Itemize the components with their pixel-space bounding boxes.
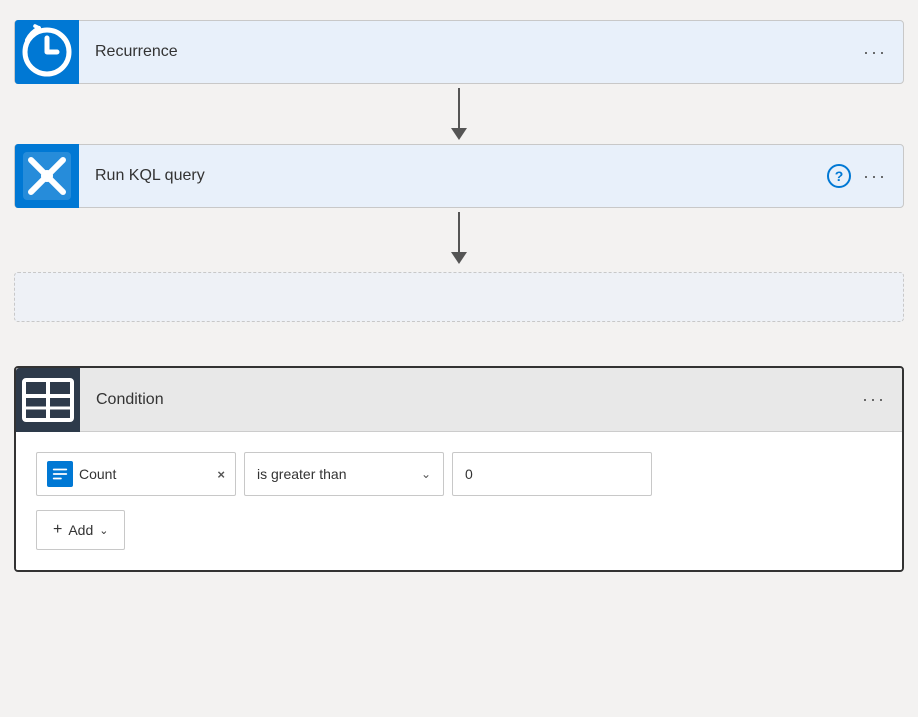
kql-actions: ? ··· [827,164,903,188]
arrow-line-2 [458,212,460,252]
condition-chip[interactable]: Count × [36,452,236,496]
recurrence-label: Recurrence [79,43,863,61]
condition-row: Count × is greater than ⌄ 0 [36,452,882,496]
condition-body: Count × is greater than ⌄ 0 + Add ⌄ [16,432,902,570]
kql-block: Run KQL query ? ··· [14,144,904,208]
recurrence-block: Recurrence ··· [14,20,904,84]
kql-svg [15,144,79,208]
chevron-down-icon: ⌄ [421,467,431,481]
kql-help-button[interactable]: ? [827,164,851,188]
chip-text: Count [79,466,211,482]
recurrence-ellipsis[interactable]: ··· [863,42,887,63]
kql-ellipsis[interactable]: ··· [863,166,887,187]
condition-header: Condition ··· [16,368,902,432]
plus-icon: + [53,521,62,539]
condition-ellipsis[interactable]: ··· [862,389,886,410]
arrow-connector-1 [451,84,467,144]
recurrence-svg [15,20,79,84]
operator-dropdown[interactable]: is greater than ⌄ [244,452,444,496]
arrow-line-1 [458,88,460,128]
kql-label: Run KQL query [79,167,827,185]
condition-block: Condition ··· Count × [14,366,904,572]
arrow-head-2 [451,252,467,264]
condition-svg [16,368,80,432]
add-chevron-icon: ⌄ [99,524,108,537]
arrow-head-1 [451,128,467,140]
chip-svg [51,465,69,483]
chip-close-button[interactable]: × [217,467,225,482]
value-text: 0 [465,466,473,482]
arrow-connector-2 [451,208,467,268]
condition-actions: ··· [862,389,902,410]
operator-label: is greater than [257,466,413,482]
add-button[interactable]: + Add ⌄ [36,510,125,550]
value-input[interactable]: 0 [452,452,652,496]
condition-header-label: Condition [80,391,862,409]
chip-icon [47,461,73,487]
add-label: Add [68,522,93,538]
condition-icon [16,368,80,432]
placeholder-block [14,272,904,322]
recurrence-icon [15,20,79,84]
spacer [14,326,904,346]
kql-icon [15,144,79,208]
recurrence-actions: ··· [863,42,903,63]
